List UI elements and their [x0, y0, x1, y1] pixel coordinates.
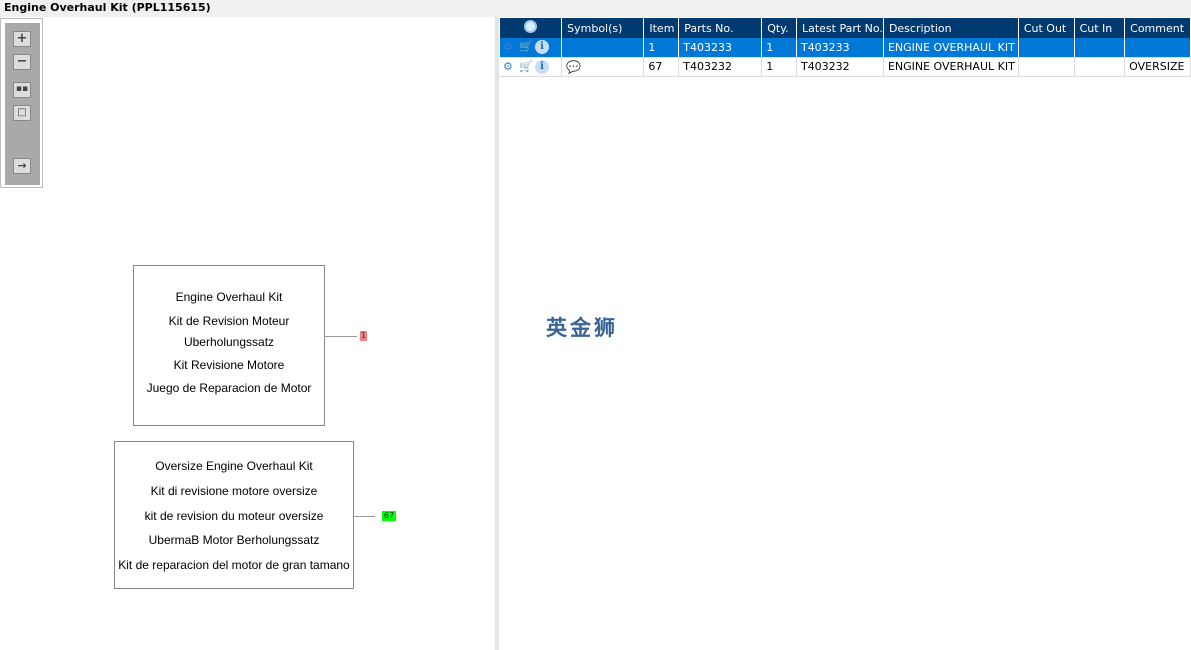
zoom-out-icon[interactable]: −: [13, 54, 31, 70]
diagram-part-box-1[interactable]: Engine Overhaul Kit Kit de Revision Mote…: [133, 265, 325, 426]
info-icon[interactable]: i: [535, 59, 549, 74]
cell-cut-in: [1074, 57, 1126, 77]
watermark: 英金狮: [546, 316, 618, 340]
col-cut-out[interactable]: Cut Out: [1018, 18, 1075, 38]
search-parts-icon[interactable]: [500, 18, 563, 38]
export-icon[interactable]: →: [13, 158, 31, 174]
cell-symbol: [561, 38, 645, 58]
col-parts-no[interactable]: Parts No.: [678, 18, 763, 38]
table-row[interactable]: ⚙ 🛒 i 💬 67 T403232 1 T403232 ENGINE OVERHA…: [500, 57, 1191, 77]
part-name-de: UbermaB Motor Berholungssatz: [148, 533, 320, 547]
cell-cut-out: [1018, 38, 1075, 58]
fit-window-icon[interactable]: □: [13, 105, 31, 121]
settings-gears-icon[interactable]: ⚙: [503, 60, 517, 74]
cart-icon[interactable]: 🛒: [519, 60, 533, 74]
cell-comment: [1124, 38, 1191, 58]
note-icon[interactable]: 💬: [561, 57, 645, 77]
diagram-pane[interactable]: + − ▪▪ □ → Engine Overhaul Kit Kit de Re…: [0, 17, 495, 650]
col-item[interactable]: Item: [643, 18, 680, 38]
col-cut-in[interactable]: Cut In: [1074, 18, 1126, 38]
zoom-in-icon[interactable]: +: [13, 31, 31, 47]
table-header: Symbol(s) Item Parts No. Qty. Latest Par…: [500, 18, 1191, 38]
parts-list-pane: Symbol(s) Item Parts No. Qty. Latest Par…: [499, 17, 1191, 650]
cell-qty: 1: [761, 38, 797, 58]
table-row[interactable]: ⚙ 🛒 i 1 T403233 1 T403233 ENGINE OVERHAUL …: [500, 38, 1191, 58]
col-description[interactable]: Description: [883, 18, 1019, 38]
info-icon[interactable]: i: [535, 40, 549, 55]
part-name-en: Oversize Engine Overhaul Kit: [155, 459, 313, 473]
part-name-es: Kit de reparacion del motor de gran tama…: [118, 558, 350, 572]
col-latest-part-no[interactable]: Latest Part No.: [796, 18, 884, 38]
cell-cut-in: [1074, 38, 1126, 58]
part-name-en: Engine Overhaul Kit: [175, 290, 283, 304]
part-name-fr: Kit de Revision Moteur: [168, 314, 290, 328]
cell-comment: OVERSIZE: [1124, 57, 1191, 77]
diagram-toolbar: + − ▪▪ □ →: [0, 18, 43, 188]
part-name-es: Juego de Reparacion de Motor: [146, 381, 312, 395]
col-qty[interactable]: Qty.: [761, 18, 797, 38]
col-comment[interactable]: Comment: [1124, 18, 1191, 38]
diagram-part-box-67[interactable]: Oversize Engine Overhaul Kit Kit di revi…: [114, 441, 354, 589]
settings-gears-icon[interactable]: ⚙: [503, 40, 517, 54]
cell-description: ENGINE OVERHAUL KIT: [883, 57, 1019, 77]
col-symbols[interactable]: Symbol(s): [561, 18, 645, 38]
callout-67[interactable]: 67: [382, 511, 396, 521]
cell-parts-no: T403232: [678, 57, 763, 77]
part-name-fr: kit de revision du moteur oversize: [144, 509, 324, 523]
part-name-it: Kit Revisione Motore: [173, 358, 285, 372]
cart-icon[interactable]: 🛒: [519, 40, 533, 54]
part-name-de: Uberholungssatz: [183, 335, 275, 349]
cell-parts-no: T403233: [678, 38, 763, 58]
cell-latest: T403232: [796, 57, 884, 77]
leader-line: [325, 336, 357, 337]
fit-all-icon[interactable]: ▪▪: [13, 82, 31, 98]
cell-description: ENGINE OVERHAUL KIT: [883, 38, 1019, 58]
cell-item: 1: [643, 38, 680, 58]
cell-cut-out: [1018, 57, 1075, 77]
parts-table: Symbol(s) Item Parts No. Qty. Latest Par…: [500, 18, 1191, 77]
leader-line: [353, 516, 375, 517]
callout-1[interactable]: 1: [360, 331, 367, 341]
window-title: Engine Overhaul Kit (PPL115615): [0, 0, 1191, 17]
part-name-it: Kit di revisione motore oversize: [150, 484, 318, 498]
cell-item: 67: [643, 57, 680, 77]
cell-qty: 1: [761, 57, 797, 77]
cell-latest: T403233: [796, 38, 884, 58]
